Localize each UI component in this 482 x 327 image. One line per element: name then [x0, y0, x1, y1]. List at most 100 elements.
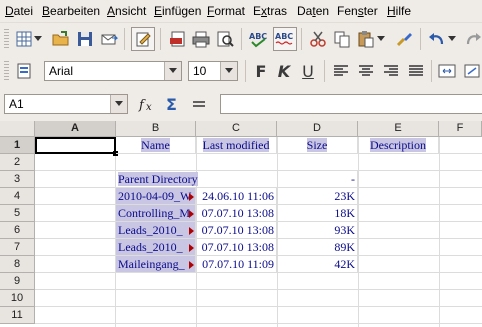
toolbar-separator	[301, 28, 302, 50]
column-header-d[interactable]: D	[277, 121, 358, 137]
column-header-c[interactable]: C	[196, 121, 277, 137]
spellcheck-icon[interactable]: ABC	[248, 28, 270, 50]
cell-modified[interactable]: 07.07.10 13:08	[196, 222, 277, 239]
cell-modified[interactable]: 07.07.10 11:09	[196, 256, 277, 273]
autospellcheck-icon[interactable]: ABC	[273, 27, 297, 51]
redo-icon[interactable]	[462, 28, 482, 50]
sum-icon[interactable]: Σ	[162, 93, 184, 115]
row-header[interactable]: 9	[0, 273, 35, 290]
row-header[interactable]: 10	[0, 290, 35, 307]
file-link[interactable]: Leads_2010_	[116, 239, 196, 256]
cell-c1[interactable]: Last modified	[196, 137, 277, 154]
row-header[interactable]: 11	[0, 307, 35, 324]
text-overflow-arrow-icon	[189, 227, 194, 235]
cell-modified[interactable]: 24.06.10 11:06	[196, 188, 277, 205]
cell-b3[interactable]: Parent Directory	[116, 171, 216, 188]
menu-einfuegen[interactable]: Einfügen	[154, 4, 201, 18]
underline-button[interactable]: U	[297, 60, 319, 82]
merge-cells-icon[interactable]	[436, 60, 458, 82]
chevron-down-icon[interactable]	[33, 28, 43, 50]
email-icon[interactable]	[98, 28, 120, 50]
italic-button[interactable]: K	[273, 60, 295, 82]
menu-extras[interactable]: Extras	[253, 4, 287, 18]
chevron-down-icon[interactable]	[220, 62, 237, 80]
file-link[interactable]: Controlling_M	[116, 205, 196, 222]
edit-mode-icon[interactable]	[131, 27, 155, 51]
function-wizard-icon[interactable]: fx	[137, 93, 159, 115]
menu-datei[interactable]: Datei	[5, 4, 33, 18]
print-icon[interactable]	[190, 28, 212, 50]
cell-size[interactable]: 89K	[277, 239, 358, 256]
toolbar-grip[interactable]	[4, 29, 9, 49]
save-icon[interactable]	[74, 28, 96, 50]
chevron-down-icon[interactable]	[447, 28, 457, 50]
cell-text: 2010-04-09_W	[118, 189, 192, 203]
menu-accel: D	[5, 4, 14, 18]
formula-input[interactable]	[220, 94, 482, 114]
chevron-down-icon[interactable]	[164, 62, 181, 80]
font-size-combo[interactable]: 10	[188, 61, 238, 81]
bold-button[interactable]: F	[250, 60, 272, 82]
toolbar-grip[interactable]	[4, 61, 9, 81]
row-header[interactable]: 8	[0, 256, 35, 273]
text-direction-icon[interactable]	[461, 60, 482, 82]
font-name-combo[interactable]: Arial	[44, 61, 182, 81]
column-header-b[interactable]: B	[116, 121, 196, 137]
align-right-icon[interactable]	[380, 60, 402, 82]
chevron-down-icon[interactable]	[376, 28, 386, 50]
file-link[interactable]: 2010-04-09_W	[116, 188, 196, 205]
cell-d3[interactable]: -	[277, 171, 358, 188]
cell-e1[interactable]: Description	[358, 137, 439, 154]
cell-size[interactable]: 93K	[277, 222, 358, 239]
styles-formatting-icon[interactable]	[13, 60, 35, 82]
menu-ansicht[interactable]: Ansicht	[107, 4, 146, 18]
cut-icon[interactable]	[307, 28, 329, 50]
cell-d1[interactable]: Size	[277, 137, 358, 154]
row-header[interactable]: 1	[0, 137, 35, 154]
file-link[interactable]: Maileingang_	[116, 256, 196, 273]
cell-text: 89K	[334, 240, 355, 254]
row-header[interactable]: 2	[0, 154, 35, 171]
row-header[interactable]: 3	[0, 171, 35, 188]
menu-format[interactable]: Format	[207, 4, 245, 18]
cell-text: Name	[141, 138, 170, 152]
menu-hilfe[interactable]: Hilfe	[387, 4, 411, 18]
select-all-corner[interactable]	[0, 121, 35, 137]
active-cell-a1[interactable]	[35, 137, 116, 154]
file-link[interactable]: Leads_2010_	[116, 222, 196, 239]
cell-b1[interactable]: Name	[116, 137, 196, 154]
spreadsheet-grid[interactable]: A B C D E F 1 2 3 4 5 6 7 8 9 10 11 Name…	[0, 121, 482, 327]
cell-modified[interactable]: 07.07.10 13:08	[196, 205, 277, 222]
undo-icon[interactable]	[426, 28, 448, 50]
paste-icon[interactable]	[355, 28, 377, 50]
name-box[interactable]: A1	[4, 94, 128, 114]
open-folder-icon[interactable]	[50, 28, 72, 50]
cell-text: 07.07.10 13:08	[201, 206, 274, 220]
menu-daten[interactable]: Daten	[297, 4, 329, 18]
cell-size[interactable]: 42K	[277, 256, 358, 273]
align-left-icon[interactable]	[330, 60, 352, 82]
cell-size[interactable]: 18K	[277, 205, 358, 222]
parent-directory-link[interactable]: Parent Directory	[118, 172, 198, 186]
print-preview-icon[interactable]	[214, 28, 236, 50]
column-header-e[interactable]: E	[358, 121, 439, 137]
format-paintbrush-icon[interactable]	[393, 28, 415, 50]
copy-icon[interactable]	[331, 28, 353, 50]
chevron-down-icon[interactable]	[110, 95, 127, 113]
cell-modified[interactable]: 07.07.10 13:08	[196, 239, 277, 256]
export-pdf-icon[interactable]	[167, 28, 189, 50]
align-center-icon[interactable]	[355, 60, 377, 82]
row-header[interactable]: 7	[0, 239, 35, 256]
column-header-f[interactable]: F	[439, 121, 482, 137]
menu-fenster[interactable]: Fenster	[337, 4, 378, 18]
row-header[interactable]: 5	[0, 205, 35, 222]
justify-icon[interactable]	[405, 60, 427, 82]
column-header-a[interactable]: A	[35, 121, 116, 137]
row-header[interactable]: 4	[0, 188, 35, 205]
new-document-icon[interactable]	[13, 28, 35, 50]
cell-size[interactable]: 23K	[277, 188, 358, 205]
menu-bearbeiten[interactable]: Bearbeiten	[42, 4, 100, 18]
toolbar-separator	[431, 60, 432, 82]
row-header[interactable]: 6	[0, 222, 35, 239]
function-equals-icon[interactable]	[188, 93, 210, 115]
